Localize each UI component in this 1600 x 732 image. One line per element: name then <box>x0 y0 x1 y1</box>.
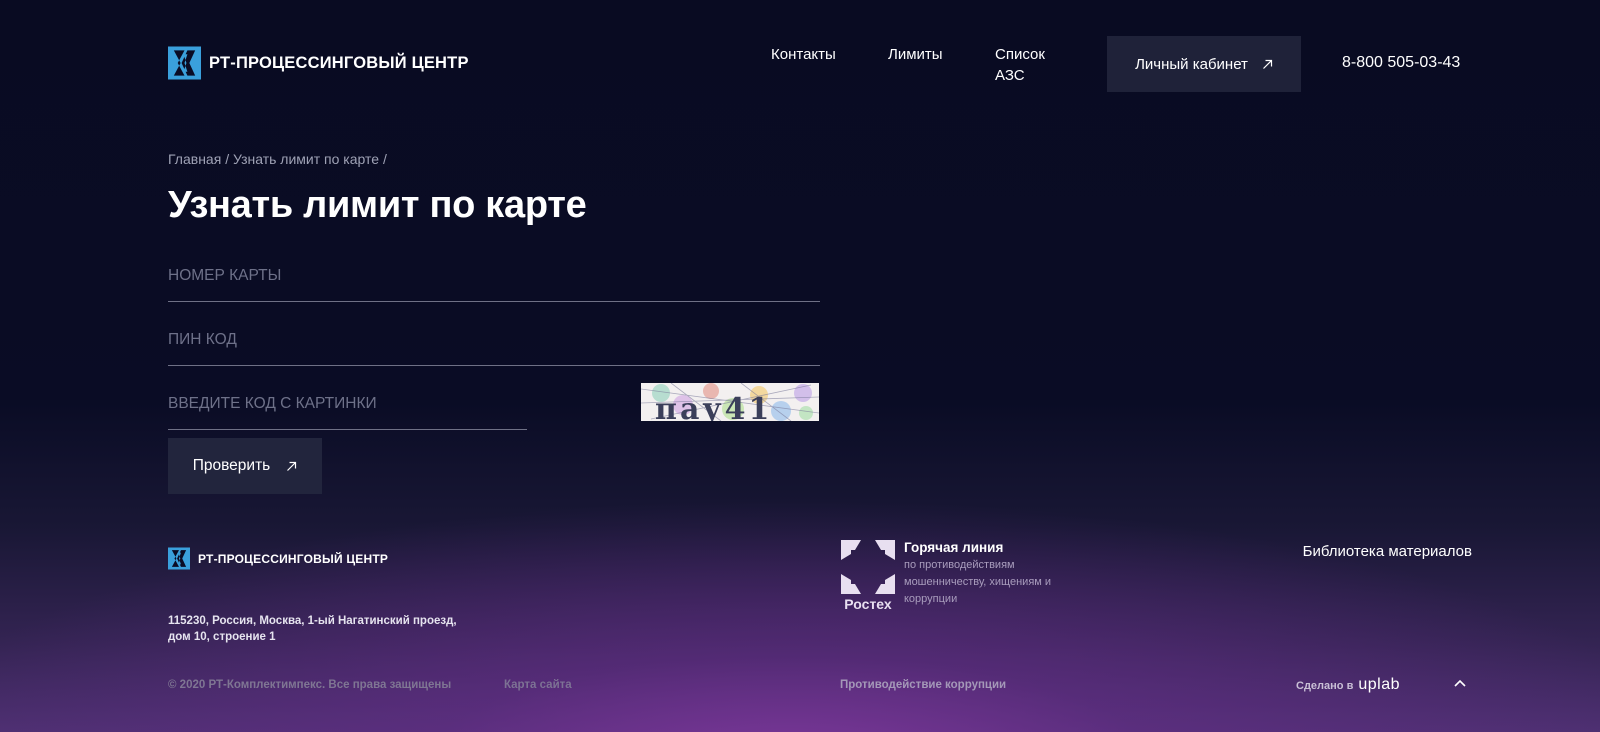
materials-library-link[interactable]: Библиотека материалов <box>1303 543 1472 560</box>
footer-logo[interactable]: РТ-ПРОЦЕССИНГОВЫЙ ЦЕНТР <box>168 547 388 570</box>
hotline-text: Горячая линия по противодействиям мошенн… <box>904 540 1064 612</box>
nav-stations-list[interactable]: Список АЗС <box>995 44 1045 86</box>
check-button[interactable]: Проверить <box>168 438 322 494</box>
pin-code-field <box>168 331 820 366</box>
logo-icon <box>168 46 201 80</box>
rostec-logo: Ростех <box>840 540 896 612</box>
address-line1: 115230, Россия, Москва, 1-ый Нагатинский… <box>168 615 457 627</box>
made-by-brand: uplab <box>1358 676 1400 693</box>
captcha-image: пау41 <box>641 383 819 421</box>
nav-limits[interactable]: Лимиты <box>888 44 943 65</box>
captcha-input[interactable] <box>168 395 527 413</box>
pin-code-input[interactable] <box>168 331 820 349</box>
breadcrumb-separator: / <box>225 151 230 167</box>
address: 115230, Россия, Москва, 1-ый Нагатинский… <box>168 613 468 645</box>
made-by[interactable]: Сделано в uplab <box>1296 676 1400 694</box>
rostec-name: Ростех <box>844 596 892 612</box>
nav-contacts[interactable]: Контакты <box>771 44 836 65</box>
page-title: Узнать лимит по карте <box>168 184 587 226</box>
personal-cabinet-label: Личный кабинет <box>1135 55 1248 73</box>
nav-stations-line2: АЗС <box>995 67 1025 84</box>
chevron-up-icon <box>1454 679 1466 687</box>
nav-stations-line1: Список <box>995 46 1045 63</box>
rostec-hotline[interactable]: Ростех Горячая линия по противодействиям… <box>840 540 1064 612</box>
captcha-text: пау41 <box>655 392 772 421</box>
made-by-label: Сделано в <box>1296 680 1354 692</box>
anticorruption-link[interactable]: Противодействие коррупции <box>840 679 1006 691</box>
card-number-field <box>168 267 820 302</box>
logo-icon <box>168 547 190 570</box>
address-line2: дом 10, строение 1 <box>168 631 276 643</box>
check-button-label: Проверить <box>192 457 271 474</box>
personal-cabinet-button[interactable]: Личный кабинет <box>1107 36 1301 92</box>
logo-text: РТ-ПРОЦЕССИНГОВЫЙ ЦЕНТР <box>209 53 469 72</box>
header-logo[interactable]: РТ-ПРОЦЕССИНГОВЫЙ ЦЕНТР <box>168 46 469 80</box>
footer-logo-text: РТ-ПРОЦЕССИНГОВЫЙ ЦЕНТР <box>198 551 389 566</box>
hotline-title: Горячая линия <box>904 540 1004 555</box>
card-number-input[interactable] <box>168 267 820 285</box>
breadcrumb-current: Узнать лимит по карте <box>232 151 380 167</box>
copyright: © 2020 РТ-Комплектимпекс. Все права защи… <box>168 679 452 691</box>
breadcrumb-home[interactable]: Главная <box>168 151 221 167</box>
sitemap-link[interactable]: Карта сайта <box>504 679 572 691</box>
scroll-to-top-button[interactable] <box>1452 676 1468 692</box>
phone-number[interactable]: 8-800 505-03-43 <box>1342 54 1460 72</box>
breadcrumb-separator: / <box>382 151 387 167</box>
breadcrumb: Главная / Узнать лимит по карте / <box>168 151 387 167</box>
arrow-up-right-icon <box>1262 59 1273 69</box>
captcha-field <box>168 395 527 430</box>
hotline-subtitle: по противодействиям мошенничеству, хищен… <box>904 559 1052 605</box>
rostec-icon <box>841 540 895 594</box>
arrow-up-right-icon <box>287 461 297 471</box>
